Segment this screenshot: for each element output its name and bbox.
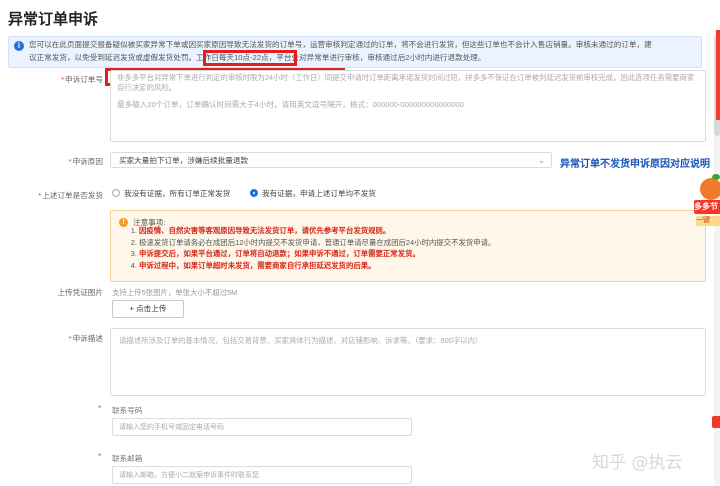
notice-line-1: 您可以在此页面提交报备疑似被买家异常下单或因买家原因导致无法发货的订单号，运营审… xyxy=(29,40,652,49)
warning-icon: ! xyxy=(119,218,128,227)
email-input[interactable]: 请输入邮箱，方便小二就案申诉事件时联系您 xyxy=(112,466,412,484)
upload-hint: 支持上传5张图片，单张大小不超过5M xyxy=(112,288,238,297)
order-label: *申诉订单号 xyxy=(61,75,103,84)
notice-line-2: 议正常发货，以免受到延迟发货或虚假发货处罚。工作日每天10点-22点，平台会对异… xyxy=(29,52,486,62)
email-label: 联系邮箱 xyxy=(112,454,143,463)
watermark: 知乎 @执云 xyxy=(592,453,683,473)
side-accent-bar xyxy=(716,30,720,120)
highlight-box-hours xyxy=(203,50,297,66)
desc-placeholder: 请描述所涉及订单的基本情况，包括交易背景、买家具体行为描述、对店铺影响、诉求等。… xyxy=(119,336,483,345)
warning-item: 因疫情、自然灾害等客观原因导致无法发货订单，请优先参考平台发货规则。 xyxy=(139,225,495,237)
upload-button[interactable]: + 点击上传 xyxy=(112,300,184,318)
radio-no-evidence[interactable]: 我没有证据，所有订单正常发货 xyxy=(112,188,230,200)
radio-selected-icon xyxy=(250,189,258,197)
side-red-mark xyxy=(712,416,720,428)
reason-select-value: 买家大量拍下订单，涉嫌后续批量退款 xyxy=(119,156,249,165)
side-promo-widget[interactable]: 多多节 一键 xyxy=(694,172,720,234)
fruit-icon xyxy=(700,178,720,200)
shipped-label: *上述订单是否发货 xyxy=(38,191,103,200)
warning-item: 极速发货订单请务必在成团后12小时内提交不发货申请，普通订单请尽量在成团后24小… xyxy=(139,237,495,249)
order-input[interactable]: 最多输入20个订单，订单确认时间需大于4小时，请用英文逗号隔开，格式：00000… xyxy=(117,99,697,133)
warning-item: 申诉提交后，如果平台通过，订单将自动退款；如果申诉不通过，订单需要正常发货。 xyxy=(139,248,495,260)
notice-text: 您可以在此页面提交报备疑似被买家异常下单或因买家原因导致无法发货的订单号，运营审… xyxy=(29,39,697,64)
warning-list: 因疫情、自然灾害等客观原因导致无法发货订单，请优先参考平台发货规则。 极速发货订… xyxy=(129,225,495,271)
reason-select[interactable]: 买家大量拍下订单，涉嫌后续批量退款 ⌄ xyxy=(110,152,552,168)
required-mark: * xyxy=(98,452,102,461)
phone-input[interactable]: 请输入您的手机号或固定电话号码 xyxy=(112,418,412,436)
radio-icon xyxy=(112,189,120,197)
promo-sub: 一键 xyxy=(696,216,720,226)
order-desc: 非多多平台对异常下单进行判定的审核时限为24小时（工作日）同提交申请时订单距离承… xyxy=(117,73,695,92)
reason-help-link[interactable]: 异常订单不发货申诉原因对应说明 xyxy=(560,155,710,170)
chevron-down-icon: ⌄ xyxy=(538,156,545,165)
upload-label: 上传凭证图片 xyxy=(57,288,103,297)
reason-label: *申诉原因 xyxy=(68,157,103,166)
promo-tag: 多多节 xyxy=(694,200,720,214)
info-icon: i xyxy=(14,41,24,51)
desc-textarea[interactable]: 请描述所涉及订单的基本情况，包括交易背景、买家具体行为描述、对店铺影响、诉求等。… xyxy=(110,328,706,396)
phone-placeholder: 请输入您的手机号或固定电话号码 xyxy=(119,424,224,431)
email-placeholder: 请输入邮箱，方便小二就案申诉事件时联系您 xyxy=(119,472,259,479)
leaf-icon xyxy=(712,174,720,180)
radio-has-evidence[interactable]: 我有证据，申请上述订单均不发货 xyxy=(250,188,376,200)
required-mark: * xyxy=(98,404,102,413)
desc-label: *申诉描述 xyxy=(68,334,103,343)
warning-panel: ! 注意事项: 因疫情、自然灾害等客观原因导致无法发货订单，请优先参考平台发货规… xyxy=(110,210,706,282)
warning-item: 申诉过程中，如果订单超时未发货，需要商家自行承担延迟发货的后果。 xyxy=(139,260,495,272)
info-notice: i 您可以在此页面提交报备疑似被买家异常下单或因买家原因导致无法发货的订单号，运… xyxy=(8,36,702,68)
phone-label: 联系号码 xyxy=(112,406,143,415)
page-title: 异常订单申诉 xyxy=(8,11,99,28)
order-input-box[interactable]: 非多多平台对异常下单进行判定的审核时限为24小时（工作日）同提交申请时订单距离承… xyxy=(110,70,706,142)
